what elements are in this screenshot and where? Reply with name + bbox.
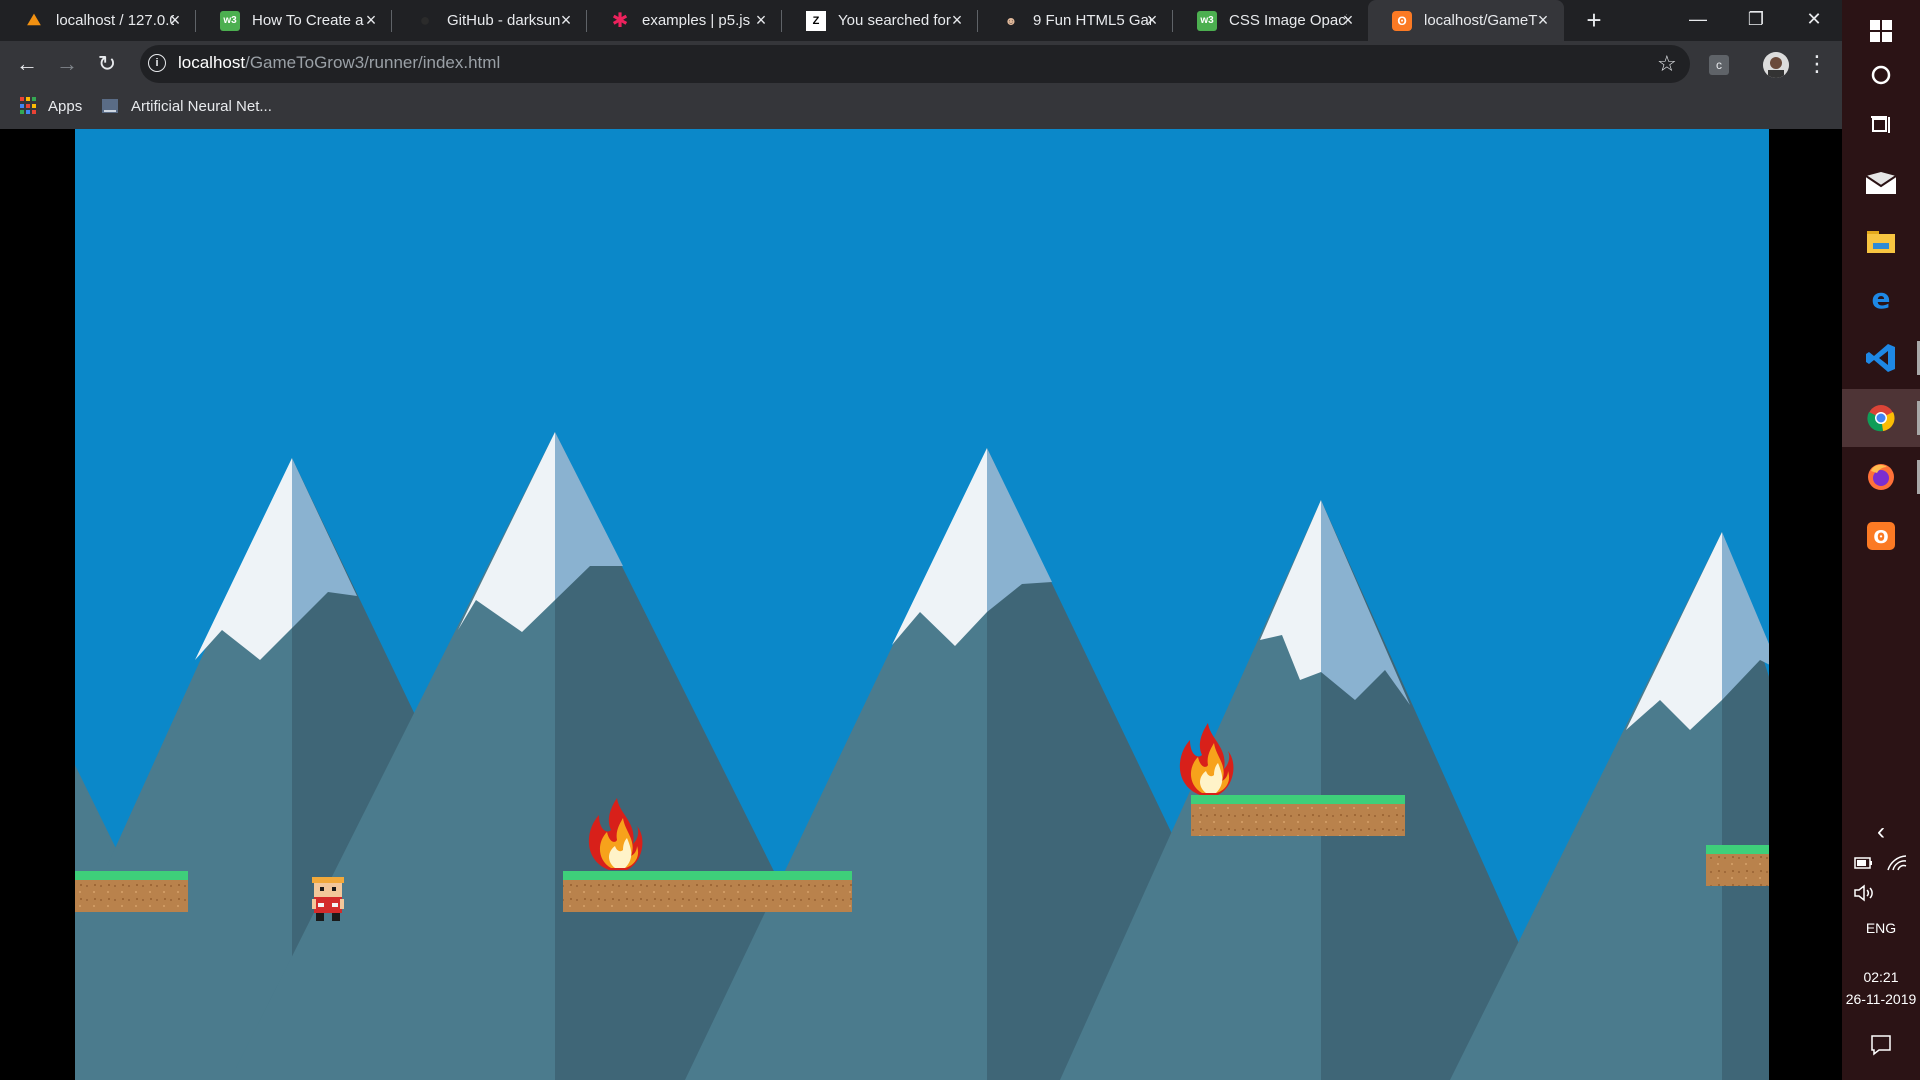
browser-tab[interactable]: Z You searched for × [782,0,978,41]
volume-icon[interactable] [1854,884,1876,902]
tab-title: examples | p5.js [642,12,751,29]
browser-tab[interactable]: w3 CSS Image Opaci × [1173,0,1369,41]
cortana-search-icon [1871,65,1891,85]
vscode-button[interactable] [1842,329,1920,387]
minimize-button[interactable]: — [1670,0,1726,38]
task-view-icon [1871,116,1890,133]
chrome-icon [1867,405,1895,432]
file-explorer-icon [1867,231,1895,253]
url-path: /GameToGrow3/runner/index.html [245,53,501,72]
tab-title: localhost / 127.0.0.1 [56,12,174,29]
wifi-icon[interactable] [1886,854,1908,872]
edge-button[interactable]: e [1842,270,1920,328]
mail-button[interactable] [1842,154,1920,212]
browser-tab[interactable]: ● GitHub - darksun × [391,0,587,41]
new-tab-button[interactable]: + [1580,6,1608,34]
url-text[interactable]: localhost/GameToGrow3/runner/index.html [178,53,500,73]
edge-icon: e [1872,285,1891,313]
reload-button[interactable]: ↻ [92,49,122,79]
browser-tab[interactable]: ✱ examples | p5.js × [586,0,782,41]
forward-button[interactable]: → [52,49,82,79]
tab-close-icon[interactable]: × [948,11,966,29]
platform [1191,795,1405,836]
language-indicator[interactable]: ENG [1842,920,1920,936]
profile-avatar-icon[interactable] [1763,52,1789,78]
xampp-button[interactable]: ʘ [1842,507,1920,565]
action-center-icon[interactable] [1870,1034,1892,1056]
phpmyadmin-icon: ⛰ [27,11,41,29]
xampp-icon: ʘ [1392,10,1412,31]
w3schools-icon: w3 [1197,10,1217,31]
vscode-icon [1866,344,1895,372]
bookmark-neural-net[interactable]: Artificial Neural Net... [101,97,272,115]
file-explorer-button[interactable] [1842,212,1920,270]
tab-close-icon[interactable]: × [362,11,380,29]
chrome-button[interactable] [1842,389,1920,447]
avatar-icon: ☻ [1004,13,1018,28]
game-canvas[interactable] [75,129,1769,1080]
firefox-icon [1868,464,1894,490]
battery-icon[interactable] [1854,856,1874,870]
windows-start-icon [1870,20,1892,42]
p5js-icon: ✱ [611,10,629,32]
tab-close-icon[interactable]: × [166,11,184,29]
tab-close-icon[interactable]: × [1339,11,1357,29]
svg-text:ʘ: ʘ [1873,527,1888,548]
show-hidden-icons-button[interactable]: ‹ [1842,818,1920,846]
github-icon: ● [419,10,431,30]
tab-title: 9 Fun HTML5 Gam [1033,12,1151,29]
tab-title: localhost/GameT [1424,12,1538,29]
w3schools-icon: w3 [220,10,240,31]
browser-menu-icon[interactable]: ⋮ [1806,51,1828,77]
clock-time[interactable]: 02:21 [1842,969,1920,985]
zap-icon: Z [806,10,826,31]
back-button[interactable]: ← [12,49,42,79]
tab-close-icon[interactable]: × [557,11,575,29]
tab-title: How To Create a [252,12,364,29]
tab-close-icon[interactable]: × [1534,11,1552,29]
page-icon [102,99,118,113]
bookmark-neural-net-label: Artificial Neural Net... [131,97,272,115]
bookmark-apps-label: Apps [48,97,83,115]
browser-tab[interactable]: ⛰ localhost / 127.0.0.1× [0,0,196,41]
extension-icon[interactable]: c [1709,55,1729,75]
restore-button[interactable]: ❐ [1728,0,1784,38]
platform [75,871,188,912]
firefox-button[interactable] [1842,448,1920,506]
tab-strip: ⛰localhost / 127.0.0.1×w3How To Create a… [0,0,1842,41]
page-viewport [0,129,1842,1080]
tab-title: GitHub - darksun [447,12,561,29]
bookmark-star-icon[interactable]: ☆ [1657,51,1677,77]
browser-window: ⛰localhost / 127.0.0.1×w3How To Create a… [0,0,1842,1080]
apps-grid-icon [20,97,38,115]
platform [1706,845,1769,886]
svg-text:e: e [1872,285,1891,313]
browser-tab[interactable]: w3 How To Create a × [196,0,392,41]
task-view-button[interactable] [1842,96,1920,154]
windows-taskbar: e ʘ ‹ ENG 02:21 26-11-2019 [1842,0,1920,1080]
bookmark-apps[interactable]: Apps [20,97,82,115]
browser-tab[interactable]: ʘ localhost/GameT × [1368,0,1564,41]
clock-date[interactable]: 26-11-2019 [1842,991,1920,1007]
platform [563,871,852,912]
url-host: localhost [178,53,246,72]
mail-icon [1866,172,1896,194]
tab-title: CSS Image Opaci [1229,12,1347,29]
tab-close-icon[interactable]: × [1143,11,1161,29]
close-window-button[interactable]: ✕ [1786,0,1842,38]
browser-tab[interactable]: ☻ 9 Fun HTML5 Gam × [977,0,1173,41]
xampp-icon: ʘ [1867,522,1895,550]
tab-close-icon[interactable]: × [752,11,770,29]
tab-title: You searched for [838,12,951,29]
bookmarks-bar: Apps Artificial Neural Net... [0,87,1842,129]
site-info-icon[interactable]: i [148,54,166,72]
